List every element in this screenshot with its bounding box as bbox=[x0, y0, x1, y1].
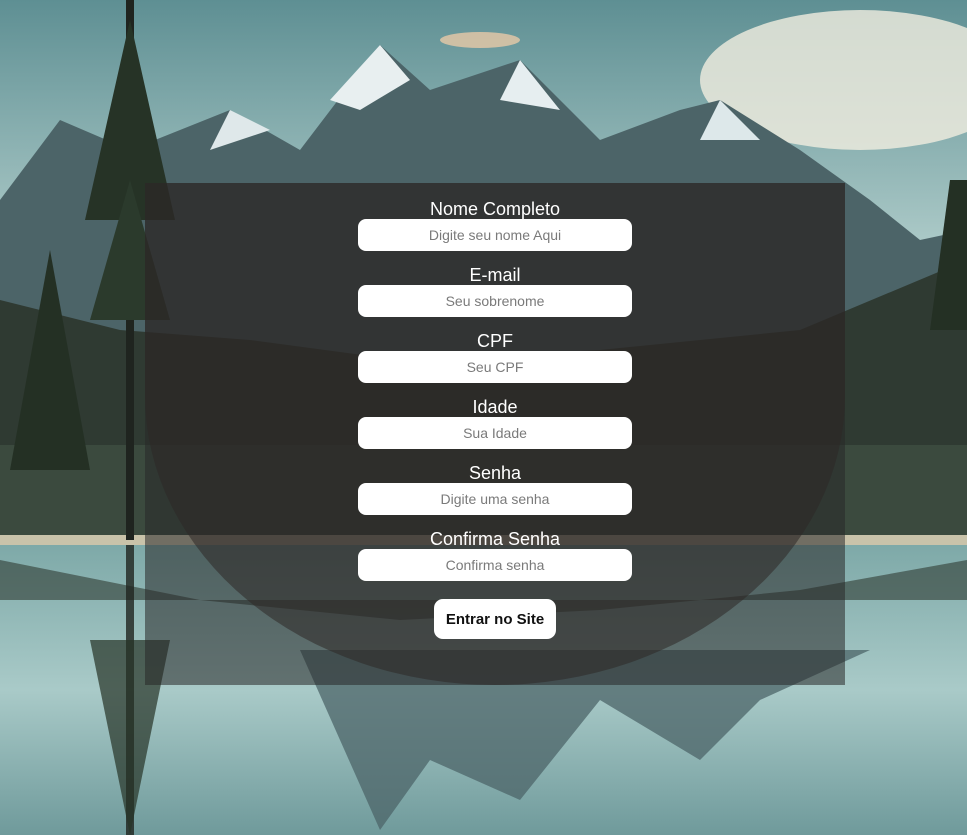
field-email: E-mail bbox=[358, 265, 632, 317]
field-senha: Senha bbox=[358, 463, 632, 515]
cpf-label: CPF bbox=[477, 331, 513, 351]
confirma-senha-input[interactable] bbox=[358, 549, 632, 581]
submit-button[interactable]: Entrar no Site bbox=[433, 599, 557, 639]
email-input[interactable] bbox=[358, 285, 632, 317]
confirma-senha-label: Confirma Senha bbox=[429, 529, 561, 549]
email-label: E-mail bbox=[469, 265, 521, 285]
idade-label: Idade bbox=[472, 397, 518, 417]
idade-input[interactable] bbox=[358, 417, 632, 449]
field-nome-completo: Nome Completo bbox=[358, 199, 632, 251]
field-idade: Idade bbox=[358, 397, 632, 449]
nome-completo-label: Nome Completo bbox=[429, 199, 561, 219]
senha-input[interactable] bbox=[358, 483, 632, 515]
field-cpf: CPF bbox=[358, 331, 632, 383]
nome-completo-input[interactable] bbox=[358, 219, 632, 251]
form-panel: Nome Completo E-mail CPF Idade Senha Con… bbox=[145, 183, 845, 685]
senha-label: Senha bbox=[468, 463, 522, 483]
cpf-input[interactable] bbox=[358, 351, 632, 383]
registration-form: Nome Completo E-mail CPF Idade Senha Con… bbox=[145, 183, 845, 685]
field-confirma-senha: Confirma Senha bbox=[358, 529, 632, 581]
